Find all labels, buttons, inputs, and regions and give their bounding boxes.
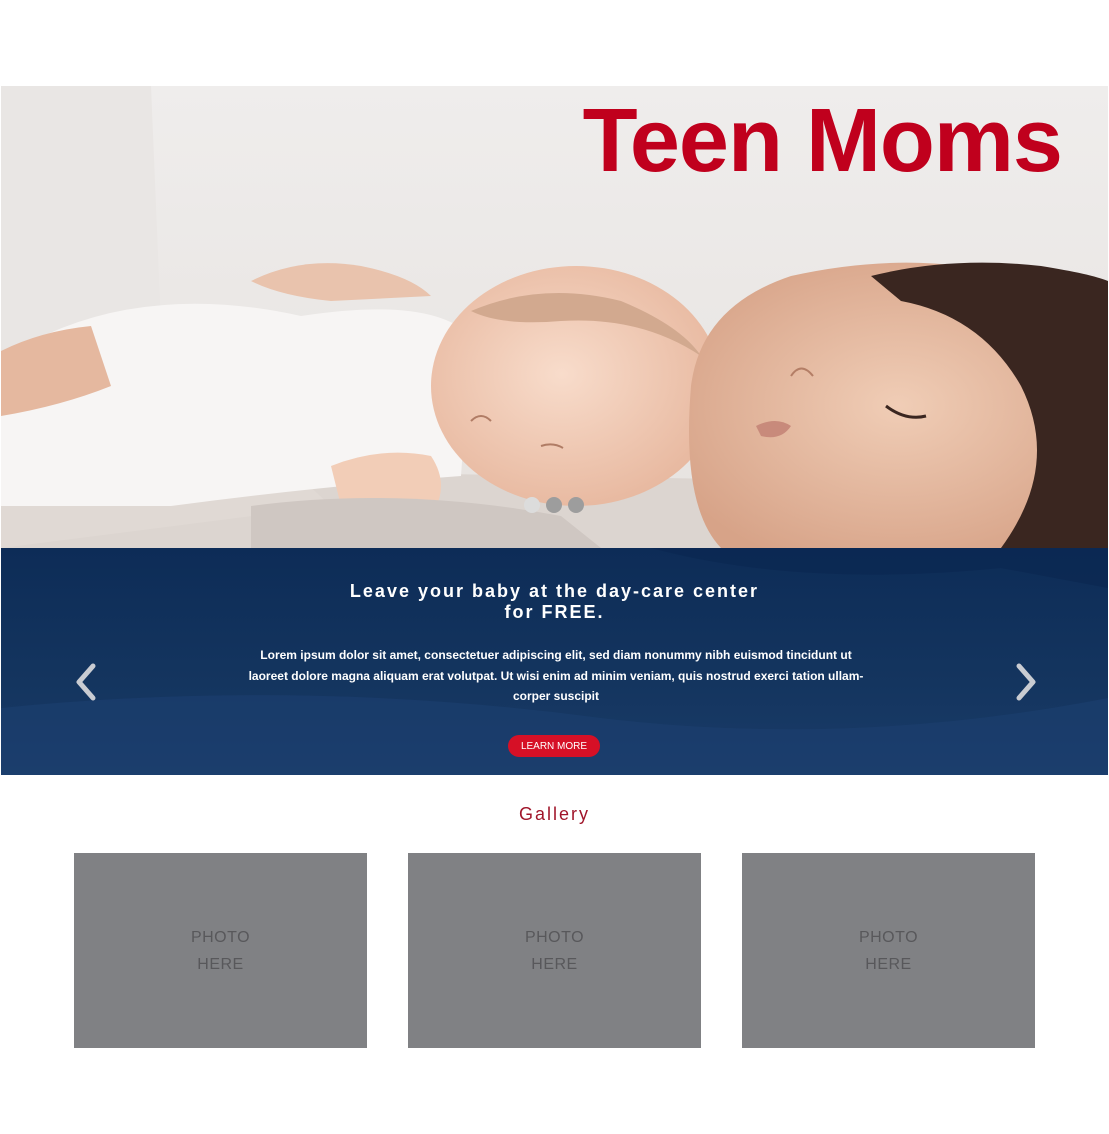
page-title: Teen Moms	[582, 91, 1063, 191]
promo-banner: Leave your baby at the day-care center f…	[1, 548, 1108, 775]
chevron-left-icon[interactable]	[73, 662, 99, 702]
photo-placeholder-line1: PHOTO	[524, 928, 585, 946]
photo-placeholder-line2: HERE	[197, 955, 244, 973]
carousel-dots	[524, 497, 584, 513]
banner-heading: Leave your baby at the day-care center f…	[1, 581, 1108, 623]
gallery-title: Gallery	[518, 804, 590, 824]
gallery-photo-placeholder-2[interactable]: PHOTO HERE	[408, 853, 701, 1048]
photo-placeholder-line2: HERE	[531, 955, 578, 973]
banner-heading-line1: Leave your baby at the day-care center	[349, 581, 760, 601]
carousel-dot-1[interactable]	[524, 497, 540, 513]
gallery-photo-placeholder-1[interactable]: PHOTO HERE	[74, 853, 367, 1048]
photo-placeholder-line1: PHOTO	[190, 928, 251, 946]
hero-slider: Teen Moms	[1, 86, 1108, 548]
carousel-dot-3[interactable]	[568, 497, 584, 513]
photo-placeholder-line1: PHOTO	[858, 928, 919, 946]
photo-placeholder-line2: HERE	[865, 955, 912, 973]
chevron-right-icon[interactable]	[1013, 662, 1039, 702]
banner-heading-line2: for FREE.	[504, 602, 605, 622]
carousel-dot-2[interactable]	[546, 497, 562, 513]
banner-body-text: Lorem ipsum dolor sit amet, consectetuer…	[248, 648, 864, 703]
learn-more-button[interactable]: LEARN MORE	[508, 735, 600, 757]
gallery-photo-placeholder-3[interactable]: PHOTO HERE	[742, 853, 1035, 1048]
